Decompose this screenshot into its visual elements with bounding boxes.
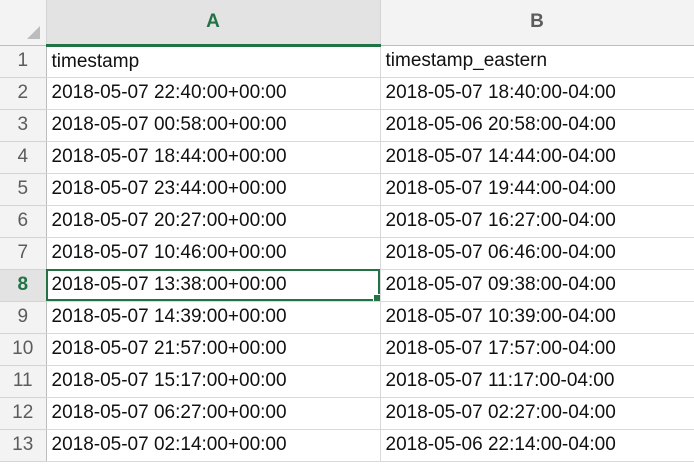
cell-b-5[interactable]: 2018-05-07 19:44:00-04:00: [380, 173, 694, 206]
row-header[interactable]: 13: [0, 429, 47, 462]
cell-value: 2018-05-07 10:46:00+00:00: [51, 242, 287, 263]
cell-value: 2018-05-07 21:57:00+00:00: [51, 338, 287, 359]
cell-b-3[interactable]: 2018-05-06 20:58:00-04:00: [380, 109, 694, 142]
cell-b-9[interactable]: 2018-05-07 10:39:00-04:00: [380, 301, 694, 334]
fill-handle[interactable]: [372, 293, 379, 300]
cell-a-10[interactable]: 2018-05-07 21:57:00+00:00: [46, 333, 381, 366]
cell-a-2[interactable]: 2018-05-07 22:40:00+00:00: [46, 77, 381, 110]
cell-value: 2018-05-07 22:40:00+00:00: [51, 82, 287, 103]
cell-a-5[interactable]: 2018-05-07 23:44:00+00:00: [46, 173, 381, 206]
cell-b-8[interactable]: 2018-05-07 09:38:00-04:00: [380, 269, 694, 302]
cell-b-4[interactable]: 2018-05-07 14:44:00-04:00: [380, 141, 694, 174]
table-row: 12 2018-05-07 06:27:00+00:00 2018-05-07 02…: [0, 397, 694, 430]
cell-a-13[interactable]: 2018-05-07 02:14:00+00:00: [46, 429, 381, 462]
cell-value: 2018-05-07 00:58:00+00:00: [51, 114, 287, 135]
column-header-a[interactable]: A: [46, 0, 381, 47]
cell-b-13[interactable]: 2018-05-06 22:14:00-04:00: [380, 429, 694, 462]
table-row: 9 2018-05-07 14:39:00+00:00 2018-05-07 10:…: [0, 301, 694, 334]
table-row: 13 2018-05-07 02:14:00+00:00 2018-05-06 22…: [0, 429, 694, 462]
row-header[interactable]: 11: [0, 365, 47, 398]
cell-value: 2018-05-07 06:27:00+00:00: [51, 402, 287, 423]
cell-value: 2018-05-07 09:38:00-04:00: [385, 274, 616, 295]
table-row: 6 2018-05-07 20:27:00+00:00 2018-05-07 16:…: [0, 205, 694, 238]
cell-value: 2018-05-07 02:14:00+00:00: [51, 434, 287, 455]
table-row: 7 2018-05-07 10:46:00+00:00 2018-05-07 06:…: [0, 237, 694, 270]
select-all-triangle-icon: [26, 25, 40, 39]
cell-a-7[interactable]: 2018-05-07 10:46:00+00:00: [46, 237, 381, 270]
table-row: 10 2018-05-07 21:57:00+00:00 2018-05-07 17…: [0, 333, 694, 366]
table-row: 11 2018-05-07 15:17:00+00:00 2018-05-07 11…: [0, 365, 694, 398]
cell-value: 2018-05-07 23:44:00+00:00: [51, 178, 287, 199]
cell-value: 2018-05-07 15:17:00+00:00: [51, 370, 287, 391]
column-header-b[interactable]: B: [380, 0, 694, 46]
cell-value: 2018-05-07 13:38:00+00:00: [51, 274, 287, 295]
cell-value: 2018-05-07 16:27:00-04:00: [385, 210, 616, 231]
cell-b-2[interactable]: 2018-05-07 18:40:00-04:00: [380, 77, 694, 110]
table-row: 1 timestamp timestamp_eastern: [0, 45, 694, 78]
cell-b-12[interactable]: 2018-05-07 02:27:00-04:00: [380, 397, 694, 430]
cell-value: 2018-05-06 20:58:00-04:00: [385, 114, 616, 135]
row-header[interactable]: 3: [0, 109, 47, 142]
cell-b-1[interactable]: timestamp_eastern: [380, 45, 694, 78]
cell-value: 2018-05-07 14:44:00-04:00: [385, 146, 616, 167]
row-header[interactable]: 4: [0, 141, 47, 174]
row-header[interactable]: 5: [0, 173, 47, 206]
cell-grid: A B 1 timestamp timestamp_eastern 2 2018-05-…: [0, 0, 694, 462]
cell-value: timestamp_eastern: [385, 50, 548, 71]
cell-b-7[interactable]: 2018-05-07 06:46:00-04:00: [380, 237, 694, 270]
table-row: 5 2018-05-07 23:44:00+00:00 2018-05-07 19:…: [0, 173, 694, 206]
cell-value: 2018-05-07 18:40:00-04:00: [385, 82, 616, 103]
row-header[interactable]: 10: [0, 333, 47, 366]
cell-a-3[interactable]: 2018-05-07 00:58:00+00:00: [46, 109, 381, 142]
table-row: 2 2018-05-07 22:40:00+00:00 2018-05-07 18:…: [0, 77, 694, 110]
row-header[interactable]: 6: [0, 205, 47, 238]
cell-b-6[interactable]: 2018-05-07 16:27:00-04:00: [380, 205, 694, 238]
cell-a-6[interactable]: 2018-05-07 20:27:00+00:00: [46, 205, 381, 238]
cell-value: 2018-05-07 10:39:00-04:00: [385, 306, 616, 327]
cell-a-9[interactable]: 2018-05-07 14:39:00+00:00: [46, 301, 381, 334]
table-row: 8 2018-05-07 13:38:00+00:00 2018-05-07 09:…: [0, 269, 694, 302]
cell-value: 2018-05-07 18:44:00+00:00: [51, 146, 287, 167]
cell-value: 2018-05-06 22:14:00-04:00: [385, 434, 616, 455]
row-header[interactable]: 8: [0, 269, 47, 302]
cell-value: 2018-05-07 14:39:00+00:00: [51, 306, 287, 327]
select-all-corner[interactable]: [0, 0, 47, 46]
cell-value: 2018-05-07 11:17:00-04:00: [385, 370, 615, 391]
spreadsheet: A B 1 timestamp timestamp_eastern 2 2018-05-…: [0, 0, 694, 466]
row-header[interactable]: 1: [0, 45, 47, 78]
cell-a-1[interactable]: timestamp: [46, 45, 381, 78]
row-header[interactable]: 2: [0, 77, 47, 110]
table-row: 4 2018-05-07 18:44:00+00:00 2018-05-07 14:…: [0, 141, 694, 174]
row-header[interactable]: 12: [0, 397, 47, 430]
cell-value: 2018-05-07 17:57:00-04:00: [385, 338, 616, 359]
cell-value: 2018-05-07 02:27:00-04:00: [385, 402, 616, 423]
cell-value: timestamp: [51, 50, 140, 72]
column-header-row: A B: [0, 0, 694, 47]
cell-a-4[interactable]: 2018-05-07 18:44:00+00:00: [46, 141, 381, 174]
cell-a-12[interactable]: 2018-05-07 06:27:00+00:00: [46, 397, 381, 430]
table-row: 3 2018-05-07 00:58:00+00:00 2018-05-06 20:…: [0, 109, 694, 142]
cell-value: 2018-05-07 06:46:00-04:00: [385, 242, 616, 263]
cell-value: 2018-05-07 20:27:00+00:00: [51, 210, 287, 231]
cell-a-11[interactable]: 2018-05-07 15:17:00+00:00: [46, 365, 381, 398]
cell-b-10[interactable]: 2018-05-07 17:57:00-04:00: [380, 333, 694, 366]
cell-value: 2018-05-07 19:44:00-04:00: [385, 178, 616, 199]
row-header[interactable]: 7: [0, 237, 47, 270]
row-header[interactable]: 9: [0, 301, 47, 334]
selected-cell[interactable]: 2018-05-07 13:38:00+00:00: [46, 269, 381, 302]
cell-b-11[interactable]: 2018-05-07 11:17:00-04:00: [380, 365, 694, 398]
